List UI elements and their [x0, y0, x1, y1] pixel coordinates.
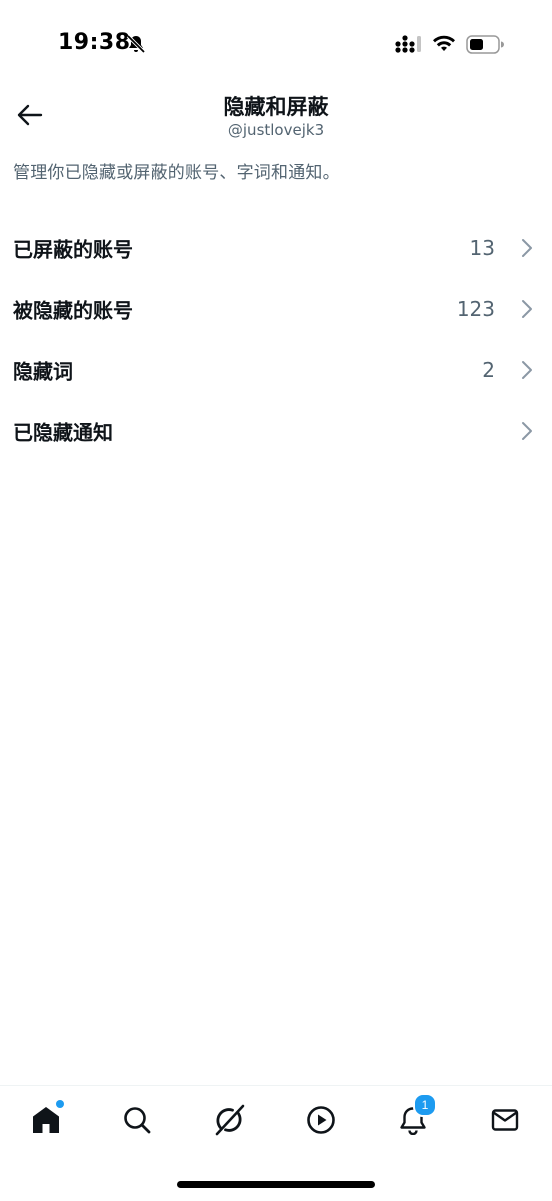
account-handle: @justlovejk3: [227, 121, 325, 139]
status-time: 19:38: [58, 30, 131, 55]
search-icon: [124, 1107, 151, 1134]
tab-search[interactable]: [117, 1100, 157, 1140]
page-description: 管理你已隐藏或屏蔽的账号、字词和通知。: [13, 163, 340, 183]
settings-item-count: 2: [482, 357, 495, 382]
settings-item-muted-notifications[interactable]: 已隐藏通知: [0, 400, 552, 461]
home-icon: [33, 1107, 59, 1133]
tab-notifications[interactable]: 1: [393, 1093, 437, 1140]
settings-item-muted-words[interactable]: 隐藏词 2: [0, 339, 552, 400]
chevron-right-icon: [522, 238, 532, 257]
bell-slash-icon: [126, 34, 146, 54]
mail-icon: [491, 1109, 519, 1131]
settings-item-count: 123: [456, 296, 495, 321]
settings-item-blocked-accounts[interactable]: 已屏蔽的账号 13: [0, 217, 552, 278]
tab-home[interactable]: [26, 1100, 66, 1140]
settings-item-label: 已隐藏通知: [13, 420, 113, 444]
battery-icon: [466, 35, 504, 54]
wifi-icon: [433, 35, 455, 51]
settings-item-label: 被隐藏的账号: [13, 298, 133, 322]
chevron-right-icon: [522, 299, 532, 318]
play-circle-icon: [307, 1106, 335, 1134]
tab-video[interactable]: [301, 1100, 341, 1140]
settings-list: 已屏蔽的账号 13 被隐藏的账号 123 隐藏词 2 已隐藏通知: [0, 217, 552, 461]
chevron-right-icon: [522, 421, 532, 440]
tab-messages[interactable]: [485, 1100, 525, 1140]
settings-item-label: 已屏蔽的账号: [13, 237, 133, 261]
page-title: 隐藏和屏蔽: [223, 95, 329, 119]
status-bar: 19:38: [0, 0, 552, 90]
tab-grok[interactable]: [209, 1100, 249, 1140]
unread-dot: [56, 1100, 64, 1108]
cellular-signal-icon: [395, 35, 421, 53]
grok-icon: [215, 1104, 245, 1136]
home-indicator[interactable]: [177, 1181, 375, 1188]
chevron-right-icon: [522, 360, 532, 379]
notifications-badge: 1: [413, 1093, 437, 1117]
settings-item-muted-accounts[interactable]: 被隐藏的账号 123: [0, 278, 552, 339]
settings-item-count: 13: [469, 235, 495, 260]
settings-item-label: 隐藏词: [13, 359, 73, 383]
